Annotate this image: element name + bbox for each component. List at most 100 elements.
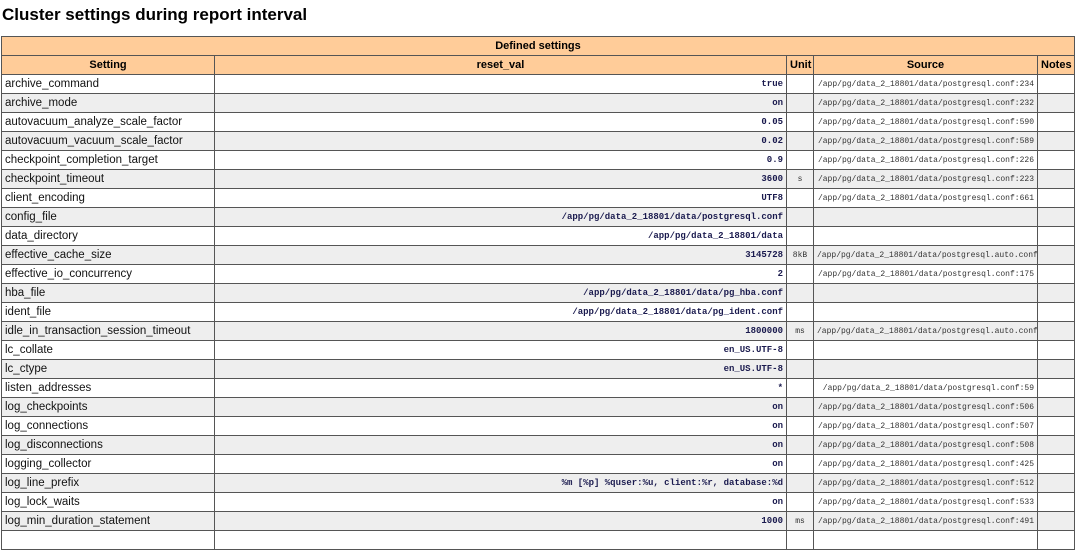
table-row: listen_addresses * /app/pg/data_2_18801/da… xyxy=(1,378,1075,398)
table-row: client_encoding UTF8/app/pg/data_2_18801/… xyxy=(1,188,1075,208)
source-cell: /app/pg/data_2_18801/data/postgresql.con… xyxy=(813,93,1038,113)
source-cell xyxy=(813,530,1038,550)
table-row: log_line_prefix %m [%p] %quser:%u, client… xyxy=(1,473,1075,493)
notes-cell xyxy=(1037,150,1075,170)
notes-cell xyxy=(1037,264,1075,284)
notes-cell xyxy=(1037,435,1075,455)
setting-name-cell: data_directory xyxy=(1,226,215,246)
setting-name-cell: config_file xyxy=(1,207,215,227)
unit-cell xyxy=(786,264,814,284)
reset-value-cell: /app/pg/data_2_18801/data/pg_hba.conf xyxy=(214,283,787,303)
table-row: hba_file/app/pg/data_2_18801/data/pg_hba… xyxy=(1,283,1075,303)
reset-value-cell: 0.9 xyxy=(214,150,787,170)
reset-value-cell: on xyxy=(214,454,787,474)
unit-cell xyxy=(786,226,814,246)
reset-value-cell: on xyxy=(214,492,787,512)
table-row: log_lock_waits on/app/pg/data_2_18801/dat… xyxy=(1,492,1075,512)
setting-name-cell: autovacuum_analyze_scale_factor xyxy=(1,112,215,132)
notes-cell xyxy=(1037,416,1075,436)
reset-value-cell: 2 xyxy=(214,264,787,284)
table-caption: Defined settings xyxy=(1,36,1075,56)
reset-value-cell: 0.05 xyxy=(214,112,787,132)
table-row: archive_mode on/app/pg/data_2_18801/data/… xyxy=(1,93,1075,113)
reset-value-cell: UTF8 xyxy=(214,188,787,208)
setting-name-cell: logging_collector xyxy=(1,454,215,474)
unit-cell xyxy=(786,283,814,303)
unit-cell xyxy=(786,74,814,94)
setting-name-cell: listen_addresses xyxy=(1,378,215,398)
unit-cell xyxy=(786,435,814,455)
unit-cell xyxy=(786,473,814,493)
setting-name-cell: autovacuum_vacuum_scale_factor xyxy=(1,131,215,151)
setting-name-cell: lc_ctype xyxy=(1,359,215,379)
reset-value-cell xyxy=(214,530,787,550)
unit-cell xyxy=(786,112,814,132)
source-cell: /app/pg/data_2_18801/data/postgresql.con… xyxy=(813,150,1038,170)
table-row: log_min_duration_statement 1000 ms/app/pg/… xyxy=(1,511,1075,531)
notes-cell xyxy=(1037,473,1075,493)
setting-name-cell: client_encoding xyxy=(1,188,215,208)
source-cell xyxy=(813,302,1038,322)
source-cell: /app/pg/data_2_18801/data/postgresql.con… xyxy=(813,454,1038,474)
reset-value-cell: 3145728 xyxy=(214,245,787,265)
table-row: log_disconnections on/app/pg/data_2_18801… xyxy=(1,435,1075,455)
table-row xyxy=(1,530,1075,550)
unit-cell xyxy=(786,359,814,379)
table-row: effective_cache_size 3145728 8kB/app/pg/da… xyxy=(1,245,1075,265)
source-cell xyxy=(813,207,1038,227)
reset-value-cell: en_US.UTF-8 xyxy=(214,359,787,379)
table-row: autovacuum_analyze_scale_factor 0.05/app/… xyxy=(1,112,1075,132)
notes-cell xyxy=(1037,112,1075,132)
reset-value-cell: 1800000 xyxy=(214,321,787,341)
source-cell: /app/pg/data_2_18801/data/postgresql.con… xyxy=(813,264,1038,284)
table-row: effective_io_concurrency 2/app/pg/data_2_… xyxy=(1,264,1075,284)
reset-value-cell: 3600 xyxy=(214,169,787,189)
unit-cell xyxy=(786,492,814,512)
unit-cell xyxy=(786,131,814,151)
reset-value-cell: on xyxy=(214,397,787,417)
notes-cell xyxy=(1037,454,1075,474)
source-cell: /app/pg/data_2_18801/data/postgresql.aut… xyxy=(813,321,1038,341)
table-row: log_checkpoints on/app/pg/data_2_18801/da… xyxy=(1,397,1075,417)
reset-value-cell: 0.02 xyxy=(214,131,787,151)
reset-value-cell: on xyxy=(214,93,787,113)
source-cell: /app/pg/data_2_18801/data/postgresql.con… xyxy=(813,112,1038,132)
notes-cell xyxy=(1037,245,1075,265)
notes-cell xyxy=(1037,207,1075,227)
unit-cell: ms xyxy=(786,321,814,341)
setting-name-cell: checkpoint_timeout xyxy=(1,169,215,189)
source-cell: /app/pg/data_2_18801/data/postgresql.con… xyxy=(813,397,1038,417)
source-cell: /app/pg/data_2_18801/data/postgresql.con… xyxy=(813,435,1038,455)
reset-value-cell: true xyxy=(214,74,787,94)
setting-name-cell: log_min_duration_statement xyxy=(1,511,215,531)
notes-cell xyxy=(1037,302,1075,322)
reset-value-cell: /app/pg/data_2_18801/data/postgresql.con… xyxy=(214,207,787,227)
column-header-source: Source xyxy=(813,55,1038,75)
column-header-unit: Unit xyxy=(786,55,814,75)
source-cell: /app/pg/data_2_18801/data/postgresql.con… xyxy=(813,188,1038,208)
column-header-reset-val: reset_val xyxy=(214,55,787,75)
unit-cell xyxy=(786,454,814,474)
unit-cell xyxy=(786,188,814,208)
setting-name-cell: effective_cache_size xyxy=(1,245,215,265)
notes-cell xyxy=(1037,226,1075,246)
table-row: log_connections on/app/pg/data_2_18801/da… xyxy=(1,416,1075,436)
table-row: checkpoint_timeout 3600 s/app/pg/data_2_18… xyxy=(1,169,1075,189)
source-cell: /app/pg/data_2_18801/data/postgresql.con… xyxy=(813,169,1038,189)
setting-name-cell: log_lock_waits xyxy=(1,492,215,512)
setting-name-cell: effective_io_concurrency xyxy=(1,264,215,284)
reset-value-cell: 1000 xyxy=(214,511,787,531)
table-row: lc_ctype en_US.UTF-8 xyxy=(1,359,1075,379)
notes-cell xyxy=(1037,74,1075,94)
reset-value-cell: /app/pg/data_2_18801/data/pg_ident.conf xyxy=(214,302,787,322)
unit-cell: ms xyxy=(786,511,814,531)
notes-cell xyxy=(1037,511,1075,531)
table-row: data_directory/app/pg/data_2_18801/data xyxy=(1,226,1075,246)
setting-name-cell: log_checkpoints xyxy=(1,397,215,417)
unit-cell xyxy=(786,397,814,417)
source-cell: /app/pg/data_2_18801/data/postgresql.con… xyxy=(813,74,1038,94)
source-cell: /app/pg/data_2_18801/data/postgresql.con… xyxy=(813,492,1038,512)
table-row: archive_command true/app/pg/data_2_18801/… xyxy=(1,74,1075,94)
notes-cell xyxy=(1037,530,1075,550)
table-row: logging_collector on/app/pg/data_2_18801/… xyxy=(1,454,1075,474)
